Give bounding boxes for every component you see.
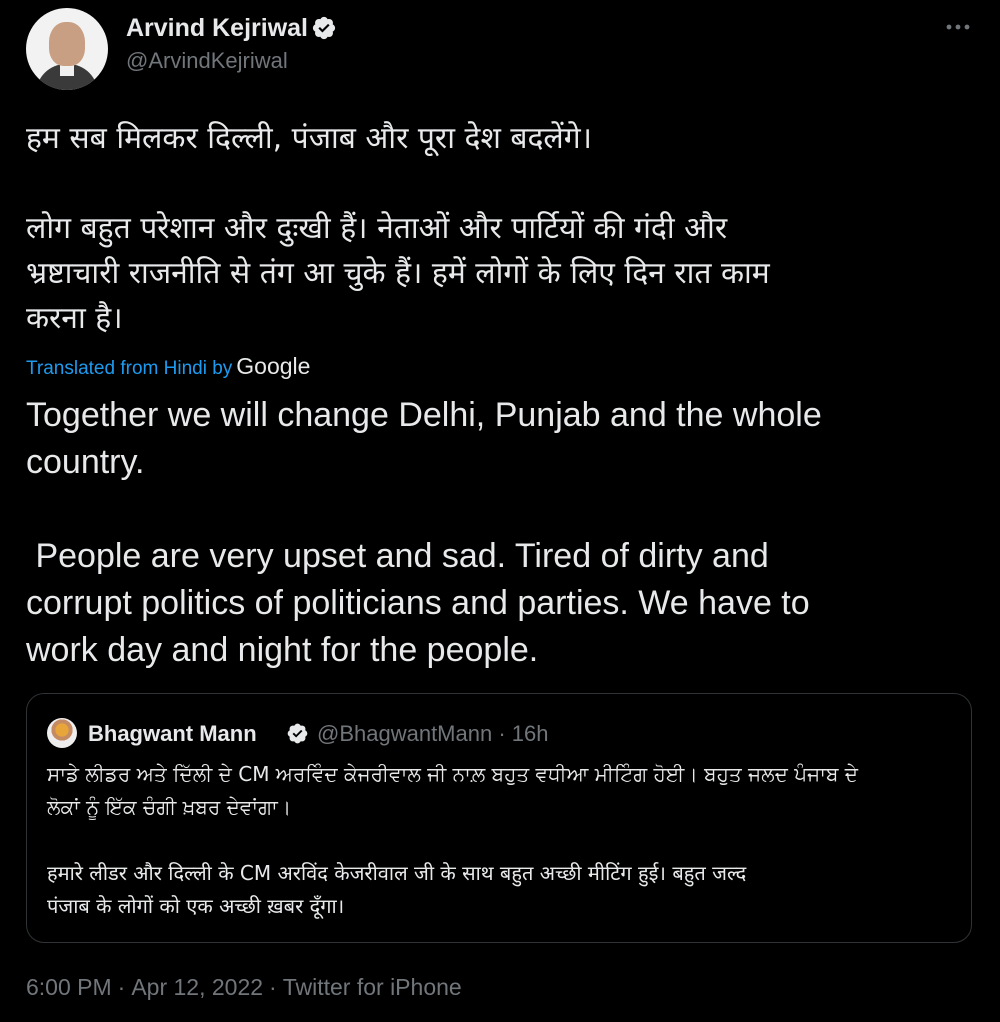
more-options-icon[interactable] (940, 14, 976, 40)
quoted-author-meta: @BhagwantMann · 16h (317, 721, 549, 747)
verified-badge-icon (312, 16, 336, 40)
avatar-face (49, 22, 85, 66)
quoted-time: 16h (511, 721, 549, 746)
quoted-author-handle: @BhagwantMann (317, 721, 493, 746)
google-logo: Google (236, 353, 311, 379)
meta-separator: · (117, 974, 126, 1000)
tweet: Arvind Kejriwal @ArvindKejriwal हम सब मि… (0, 0, 1000, 1022)
tweet-time[interactable]: 6:00 PM (26, 974, 112, 1000)
quoted-separator: · (498, 721, 506, 746)
translation-attribution: Translated from Hindi by Google (26, 353, 310, 380)
author-handle[interactable]: @ArvindKejriwal (126, 48, 288, 74)
translation-label[interactable]: Translated from Hindi by (26, 358, 232, 379)
tweet-source[interactable]: Twitter for iPhone (283, 974, 462, 1000)
quoted-verified-badge-icon (287, 723, 308, 744)
tweet-meta: 6:00 PM · Apr 12, 2022 · Twitter for iPhone (26, 974, 462, 1001)
quoted-tweet[interactable]: Bhagwant Mann @BhagwantMann · 16h ਸਾਡੇ ਲ… (26, 693, 972, 943)
tweet-text-english: Together we will change Delhi, Punjab an… (26, 396, 822, 669)
quoted-author-name: Bhagwant Mann (88, 721, 257, 746)
author-name[interactable]: Arvind Kejriwal (126, 14, 308, 43)
author-avatar[interactable] (26, 8, 108, 90)
quoted-author-avatar[interactable] (47, 718, 77, 748)
tweet-text-hindi: हम सब मिलकर दिल्ली, पंजाब और पूरा देश बद… (26, 121, 770, 336)
meta-separator: · (269, 974, 277, 1000)
quoted-tweet-text: ਸਾਡੇ ਲੀਡਰ ਅਤੇ ਦਿੱਲੀ ਦੇ CM ਅਰਵਿੰਦ ਕੇਜਰੀਵਾ… (47, 762, 859, 918)
tweet-date[interactable]: Apr 12, 2022 (131, 974, 263, 1000)
